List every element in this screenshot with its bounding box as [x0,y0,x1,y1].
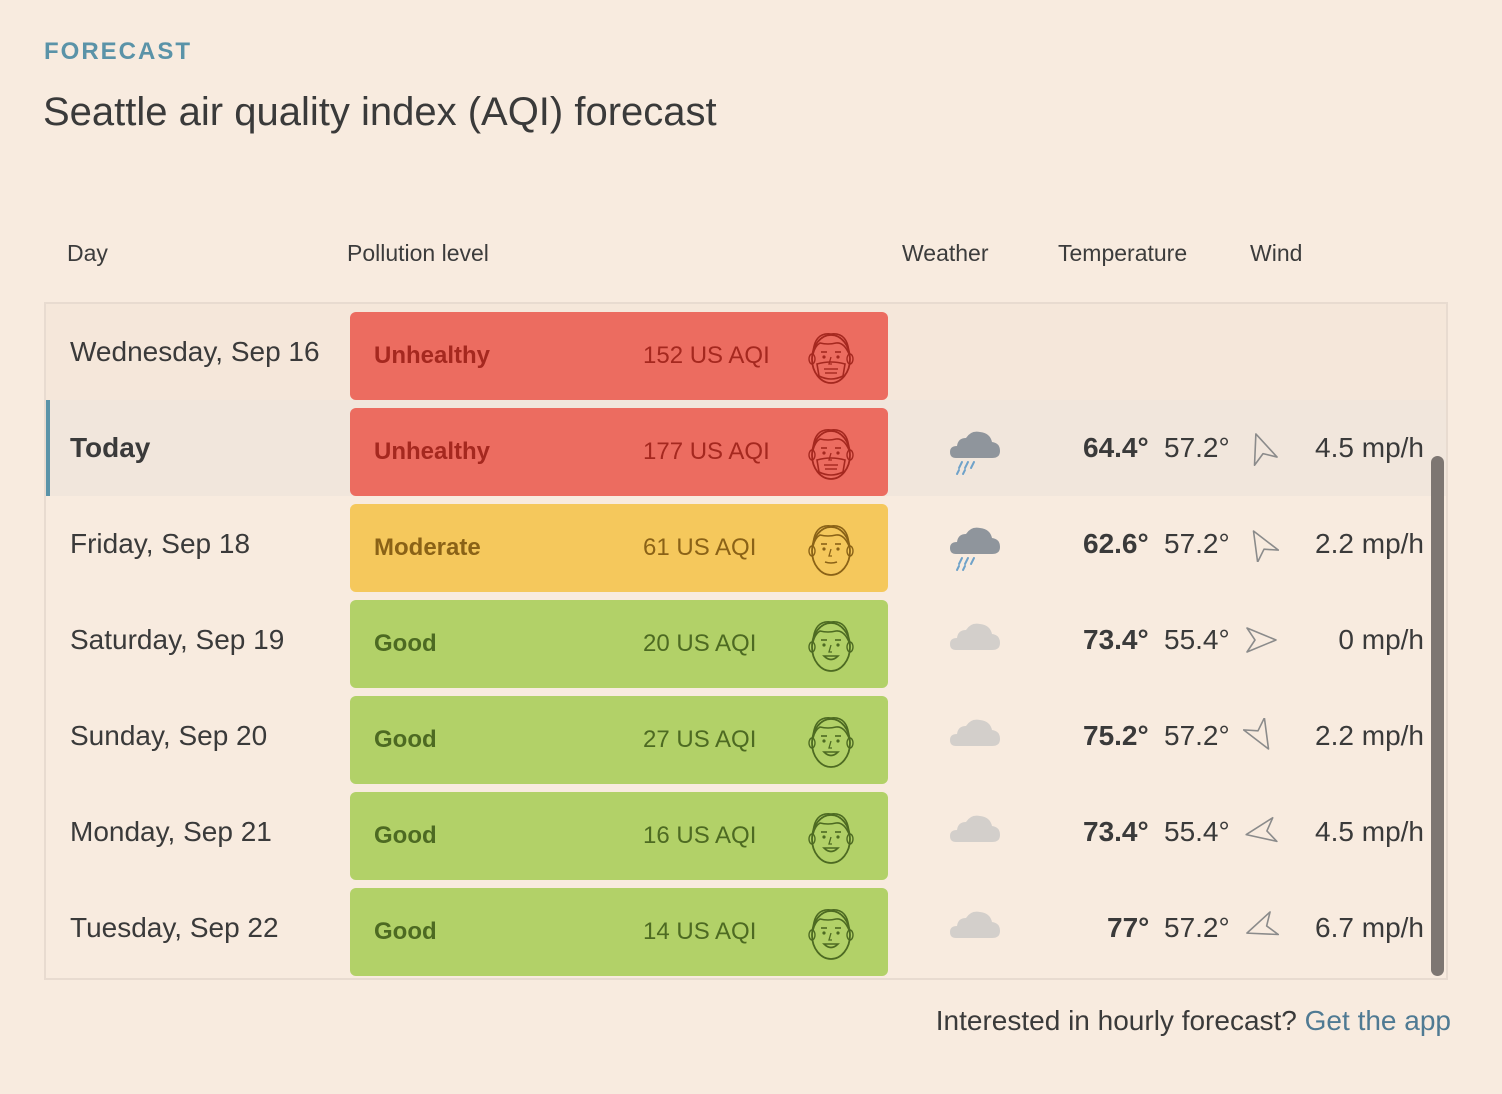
aqi-value: 14 US AQI [643,918,757,945]
smiling-face-icon [806,710,856,770]
wind-direction-icon [1243,910,1280,946]
day-label: Tuesday, Sep 22 [70,912,279,943]
pollution-level-label: Good [374,726,437,753]
temperature-low: 57.2° [1164,528,1230,559]
header-temperature: Temperature [1058,240,1188,266]
aqi-value: 16 US AQI [643,822,757,849]
table-row[interactable]: Saturday, Sep 19 Good 20 US AQI 55.4° 73.4° 0… [46,592,1446,688]
pollution-level-label: Unhealthy [374,342,491,369]
get-app-link[interactable]: Get the app [1305,1005,1451,1036]
pollution-level-badge: Good 14 US AQI [350,888,888,976]
header-pollution: Pollution level [347,240,489,266]
pollution-level-badge: Good 27 US AQI [350,696,888,784]
wind-speed: 0 mp/h [1338,624,1424,655]
pollution-level-label: Good [374,630,437,657]
temperature-low: 55.4° [1164,624,1230,655]
smiling-face-icon [806,806,856,866]
wind-direction-icon [1242,717,1279,754]
masked-face-icon [806,326,856,386]
footer: Interested in hourly forecast? Get the a… [936,1005,1451,1037]
cloud-icon [946,620,1002,670]
aqi-value: 61 US AQI [643,534,757,561]
page-title: Seattle air quality index (AQI) forecast [43,90,717,134]
day-label: Sunday, Sep 20 [70,720,268,751]
footer-text: Interested in hourly forecast? [935,1005,1297,1036]
temperature-high: 62.6° [1083,528,1149,559]
wind-speed: 6.7 mp/h [1315,912,1424,943]
wind-direction-icon [1243,814,1279,850]
pollution-level-badge: Good 16 US AQI [350,792,888,880]
scrollbar[interactable] [1431,456,1444,976]
wind-direction-icon [1243,622,1279,658]
table-row[interactable]: Monday, Sep 21 Good 16 US AQI 55.4° 73.4° 4.5… [46,784,1446,880]
pollution-level-badge: Moderate 61 US AQI [350,504,888,592]
temperature-high: 64.4° [1083,432,1149,463]
table-row[interactable]: Sunday, Sep 20 Good 27 US AQI 57.2° 75.2° 2.2… [46,688,1446,784]
table-row[interactable]: Friday, Sep 18 Moderate 61 US AQI 57.2° 62.6… [46,496,1446,592]
table-row[interactable]: Today Unhealthy 177 US AQI 57.2° 64.4° 4.5 mp… [46,400,1446,496]
aqi-value: 177 US AQI [643,438,770,465]
temperature-high: 75.2° [1083,720,1149,751]
aqi-value: 152 US AQI [643,342,770,369]
temperature-low: 57.2° [1164,720,1230,751]
pollution-level-badge: Unhealthy 152 US AQI [350,312,888,400]
header-day: Day [67,240,108,266]
day-label: Saturday, Sep 19 [70,624,285,655]
table-row[interactable]: Wednesday, Sep 16 Unhealthy 152 US AQI [46,304,1446,400]
table-row[interactable]: Tuesday, Sep 22 Good 14 US AQI 57.2° 77° 6.7 … [46,880,1446,976]
rain-cloud-icon [946,524,1002,574]
masked-face-icon [806,422,856,482]
temperature-low: 57.2° [1164,912,1230,943]
day-label: Friday, Sep 18 [70,528,251,559]
temperature-low: 55.4° [1164,816,1230,847]
day-label: Monday, Sep 21 [70,816,272,847]
rain-cloud-icon [946,428,1002,478]
day-label: Today [70,432,151,463]
pollution-level-label: Good [374,918,437,945]
section-label: FORECAST [44,38,192,65]
pollution-level-badge: Unhealthy 177 US AQI [350,408,888,496]
pollution-level-label: Unhealthy [374,438,491,465]
temperature-high: 77° [1107,912,1150,943]
temperature-high: 73.4° [1083,624,1149,655]
wind-direction-icon [1243,430,1279,467]
aqi-value: 27 US AQI [643,726,757,753]
wind-speed: 4.5 mp/h [1315,816,1424,847]
temperature-low: 57.2° [1164,432,1230,463]
header-weather: Weather [902,240,989,266]
aqi-value: 20 US AQI [643,630,757,657]
pollution-level-label: Good [374,822,437,849]
wind-direction-icon [1243,526,1280,563]
pollution-level-label: Moderate [374,534,481,561]
wind-speed: 2.2 mp/h [1315,720,1424,751]
wind-speed: 2.2 mp/h [1315,528,1424,559]
pollution-level-badge: Good 20 US AQI [350,600,888,688]
wind-speed: 4.5 mp/h [1315,432,1424,463]
temperature-high: 73.4° [1083,816,1149,847]
smiling-face-icon [806,902,856,962]
forecast-table: Wednesday, Sep 16 Unhealthy 152 US AQI Toda… [44,302,1448,980]
today-marker [46,400,50,496]
header-wind: Wind [1250,240,1303,266]
cloud-icon [946,716,1002,766]
cloud-icon [946,812,1002,862]
neutral-face-icon [806,518,856,578]
cloud-icon [946,908,1002,958]
smiling-face-icon [806,614,856,674]
day-label: Wednesday, Sep 16 [70,336,320,367]
table-header: Day Pollution level Weather Temperature … [0,240,1502,270]
